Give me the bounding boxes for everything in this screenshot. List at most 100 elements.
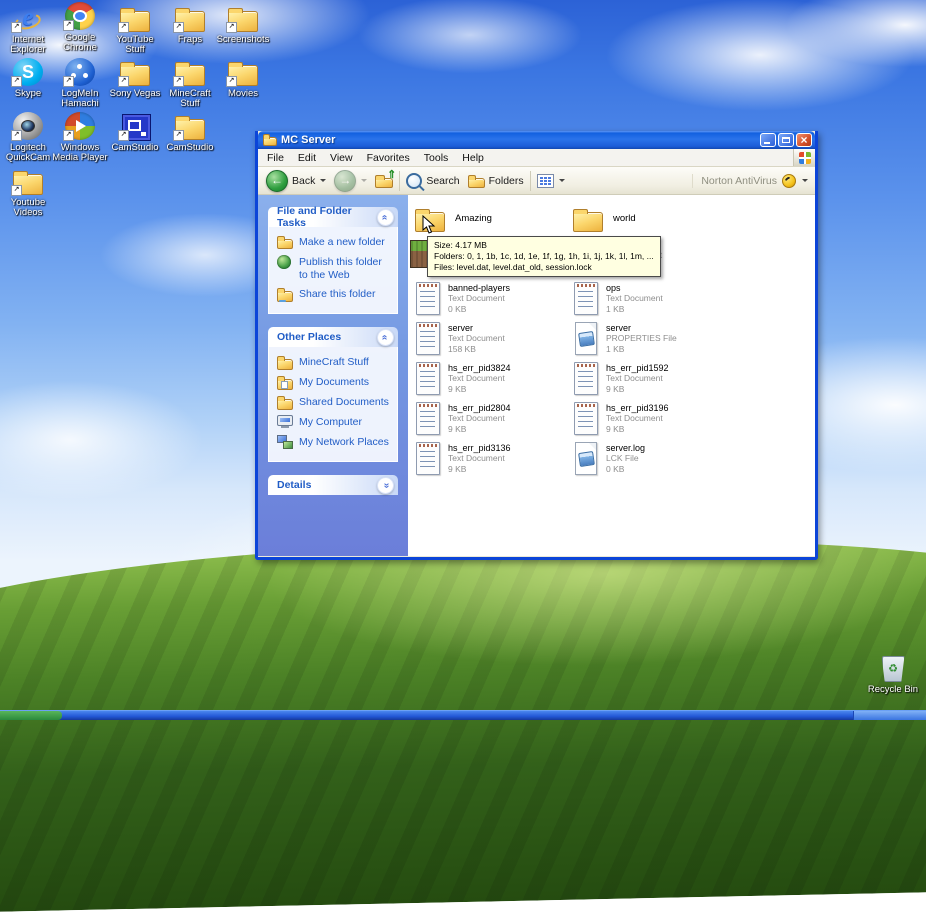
file-name: hs_err_pid3136 xyxy=(448,443,511,453)
desktop-icon[interactable]: Google Chrome xyxy=(52,2,108,54)
task-pane: File and Folder Tasks Make a new folder … xyxy=(258,195,408,556)
panel-file-and-folder-tasks: File and Folder Tasks Make a new folder … xyxy=(268,205,398,315)
menu-item[interactable]: Edit xyxy=(291,150,323,166)
task-link[interactable]: Publish this folder to the Web xyxy=(277,255,393,281)
panel-title: File and Folder Tasks xyxy=(277,205,352,229)
expand-chevron-icon[interactable] xyxy=(377,476,394,494)
file-type: PROPERTIES File xyxy=(606,333,677,344)
desktop-icon[interactable]: Sony Vegas xyxy=(107,58,163,99)
menu-item[interactable]: Help xyxy=(455,150,491,166)
task-link[interactable]: Make a new folder xyxy=(277,235,393,250)
collapse-chevron-icon[interactable] xyxy=(377,328,394,346)
system-tray[interactable] xyxy=(853,711,926,720)
desktop-icon[interactable]: CamStudio xyxy=(107,112,163,153)
file-item[interactable]: server Text Document 158 KB xyxy=(415,322,569,355)
close-button[interactable] xyxy=(796,133,812,147)
views-button[interactable] xyxy=(533,173,569,188)
desktop-icon[interactable]: Youtube Videos xyxy=(0,167,56,219)
place-link[interactable]: MineCraft Stuff xyxy=(277,355,393,370)
forward-button[interactable] xyxy=(330,169,371,192)
norton-antivirus-button[interactable]: Norton AntiVirus xyxy=(692,173,811,188)
task-icon xyxy=(277,288,293,302)
file-item[interactable]: hs_err_pid3824 Text Document 9 KB xyxy=(415,362,569,395)
collapse-chevron-icon[interactable] xyxy=(377,208,394,226)
panel-header[interactable]: Other Places xyxy=(268,327,398,348)
file-item[interactable]: hs_err_pid2804 Text Document 9 KB xyxy=(415,402,569,435)
file-type: Text Document xyxy=(448,373,505,384)
file-item[interactable]: server.log LCK File 0 KB xyxy=(573,442,727,475)
menu-item[interactable]: Tools xyxy=(417,150,456,166)
norton-dropdown-icon[interactable] xyxy=(802,179,808,182)
place-link[interactable]: My Computer xyxy=(277,415,393,429)
desktop-icon[interactable]: YouTube Stuff xyxy=(107,4,163,56)
desktop-icon[interactable]: Skype xyxy=(0,58,56,99)
panel-header[interactable]: File and Folder Tasks xyxy=(268,205,398,229)
place-label: MineCraft Stuff xyxy=(299,356,369,369)
recycle-bin[interactable]: Recycle Bin xyxy=(861,656,925,695)
back-button[interactable]: Back xyxy=(262,169,330,192)
file-item[interactable]: hs_err_pid3136 Text Document 9 KB xyxy=(415,442,569,475)
shortcut-arrow-icon xyxy=(118,22,129,33)
menu-item[interactable]: Favorites xyxy=(360,150,417,166)
toolbar-separator xyxy=(399,170,401,191)
file-item[interactable]: hs_err_pid1592 Text Document 9 KB xyxy=(573,362,727,395)
panel-header[interactable]: Details xyxy=(268,475,398,496)
place-link[interactable]: My Network Places xyxy=(277,435,393,450)
desktop-icon-label: YouTube Stuff xyxy=(116,34,154,56)
taskbar[interactable] xyxy=(0,710,926,720)
file-type: Text Document xyxy=(448,293,505,304)
search-button[interactable]: Search xyxy=(402,172,463,189)
up-button[interactable]: ⇑ xyxy=(371,169,397,189)
desktop-icon[interactable]: Internet Explorer xyxy=(0,4,56,56)
folder-item[interactable]: world xyxy=(573,203,723,233)
place-link[interactable]: My Documents xyxy=(277,375,393,390)
file-item[interactable]: banned-players Text Document 0 KB xyxy=(415,282,569,315)
desktop-icon[interactable]: MineCraft Stuff xyxy=(162,58,218,110)
desktop-icon[interactable]: LogMeIn Hamachi xyxy=(52,58,108,110)
folders-button[interactable]: Folders xyxy=(464,174,528,188)
start-button[interactable] xyxy=(0,711,62,720)
desktop-icon-label: CamStudio xyxy=(166,142,214,153)
menu-item[interactable]: File xyxy=(260,150,291,166)
folder-name: world xyxy=(613,212,636,224)
desktop-icon[interactable]: Logitech QuickCam xyxy=(0,112,56,164)
menu-item[interactable]: View xyxy=(323,150,360,166)
desktop-icon[interactable]: CamStudio xyxy=(162,112,218,153)
desktop-icon[interactable]: Movies xyxy=(215,58,271,99)
file-name: hs_err_pid2804 xyxy=(448,403,511,413)
shortcut-arrow-icon xyxy=(118,76,129,87)
folder-item[interactable]: Amazing xyxy=(415,203,565,233)
norton-icon xyxy=(782,173,796,188)
place-link[interactable]: Shared Documents xyxy=(277,395,393,410)
back-dropdown-icon[interactable] xyxy=(320,179,327,182)
shortcut-arrow-icon xyxy=(173,22,184,33)
maximize-button[interactable] xyxy=(778,133,794,147)
file-size: 9 KB xyxy=(448,463,467,474)
desktop-icon-label: LogMeIn Hamachi xyxy=(61,88,99,110)
task-label: Publish this folder to the Web xyxy=(299,256,382,281)
place-label: My Documents xyxy=(299,376,370,389)
back-icon xyxy=(266,169,288,192)
forward-dropdown-icon[interactable] xyxy=(361,179,368,182)
file-size: 1 KB xyxy=(606,303,625,314)
file-name: server.log xyxy=(606,443,646,453)
file-name: hs_err_pid3196 xyxy=(606,403,669,413)
tooltip-size-line: Size: 4.17 MB xyxy=(434,240,487,250)
file-item[interactable]: ops Text Document 1 KB xyxy=(573,282,727,315)
desktop-icon[interactable]: Fraps xyxy=(162,4,218,45)
views-dropdown-icon[interactable] xyxy=(558,179,565,182)
file-item[interactable]: hs_err_pid3196 Text Document 9 KB xyxy=(573,402,727,435)
desktop-icon[interactable]: Screenshots xyxy=(215,4,271,45)
file-size: 1 KB xyxy=(606,343,625,354)
desktop-icon[interactable]: Windows Media Player xyxy=(52,112,108,164)
minimize-button[interactable] xyxy=(760,133,776,147)
task-link[interactable]: Share this folder xyxy=(277,287,393,302)
file-list-area[interactable]: Amazing world nt banned-players xyxy=(408,195,815,556)
file-size: 9 KB xyxy=(606,423,625,434)
title-bar[interactable]: MC Server xyxy=(258,131,815,149)
file-item[interactable]: server PROPERTIES File 1 KB xyxy=(573,322,727,355)
tooltip-files-line: Files: level.dat, level.dat_old, session… xyxy=(434,262,592,273)
shortcut-arrow-icon xyxy=(63,76,74,87)
file-size: 0 KB xyxy=(606,463,625,474)
file-icon xyxy=(416,362,440,395)
